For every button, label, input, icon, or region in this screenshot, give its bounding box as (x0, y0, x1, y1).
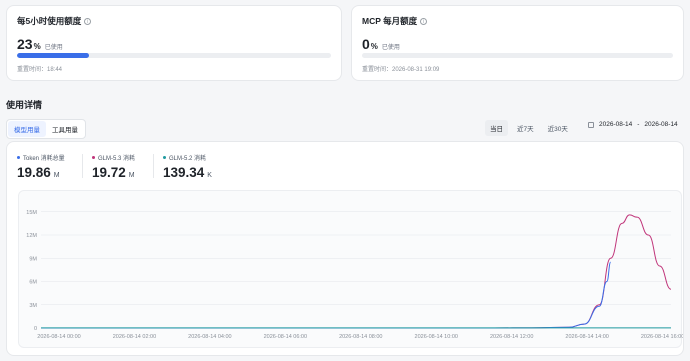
tab-tool-usage[interactable]: 工具用量 (46, 121, 84, 137)
quota-5h-progress-fill (17, 53, 90, 58)
quota-5h-reset-time: 重置时间：18:44 (17, 67, 63, 73)
y-tick-label: 6M (29, 280, 37, 286)
calendar-icon (588, 121, 594, 128)
x-tick-label: 2026-08-14 08:00 (339, 334, 382, 340)
x-tick-label: 2026-08-14 06:00 (264, 334, 307, 340)
quota-mcp-percent: 0 % 已使用 (362, 36, 400, 52)
date-range-picker[interactable]: 2026-08-14 - 2026-08-14 (588, 121, 678, 128)
usage-line-chart: 0 3M 6M 9M 12M 15M 2026-08-14 00:00 2026-08-14 … (26, 210, 684, 340)
quota-5h-title: 每5小时使用额度 i (17, 15, 92, 27)
date-start: 2026-08-14 (599, 121, 633, 128)
usage-chart-area: 0 3M 6M 9M 12M 15M 2026-08-14 00:00 2026-08-14 … (18, 190, 684, 348)
range-30d-button[interactable]: 近30天 (543, 120, 573, 136)
y-tick-label: 9M (29, 256, 37, 262)
range-selector: 当日 近7天 近30天 (485, 120, 573, 136)
divider (153, 154, 154, 178)
quota-5h-card: 每5小时使用额度 i 23 % 已使用 重置时间：18:44 (6, 5, 342, 81)
series-line (40, 214, 672, 329)
y-tick-label: 12M (26, 233, 37, 239)
quota-mcp-card: MCP 每月额度 i 0 % 已使用 重置时间：2026-08-31 19:09 (351, 5, 684, 81)
usage-details-title: 使用详情 (6, 100, 43, 110)
quota-mcp-title: MCP 每月额度 i (362, 15, 428, 27)
y-tick-label: 0 (34, 326, 37, 332)
x-tick-label: 2026-08-14 02:00 (113, 334, 156, 340)
date-end: 2026-08-14 (644, 121, 678, 128)
series-line (40, 261, 612, 329)
quota-5h-percent: 23 % 已使用 (17, 36, 63, 52)
x-tick-label: 2026-08-14 10:00 (415, 334, 458, 340)
range-7d-button[interactable]: 近7天 (512, 120, 539, 136)
x-tick-label: 2026-08-14 04:00 (188, 334, 231, 340)
range-today-button[interactable]: 当日 (485, 120, 508, 136)
metric-glm-5-2: GLM-5.2 消耗 139.34 K (163, 156, 212, 180)
usage-tabs: 模型用量 工具用量 (6, 119, 86, 139)
x-tick-label: 2026-08-14 00:00 (37, 334, 80, 340)
metric-glm-5-3: GLM-5.3 消耗 19.72 M (92, 156, 136, 180)
y-tick-label: 15M (26, 210, 37, 216)
legend-dot (163, 156, 166, 159)
info-icon[interactable]: i (84, 17, 92, 25)
y-tick-label: 3M (29, 303, 37, 309)
x-tick-label: 2026-08-14 16:00 (641, 334, 683, 340)
quota-5h-progress-bar (17, 53, 331, 58)
tab-model-usage[interactable]: 模型用量 (8, 121, 46, 137)
date-separator: - (637, 121, 640, 128)
x-tick-label: 2026-08-14 12:00 (490, 334, 533, 340)
legend-dot (92, 156, 95, 159)
x-tick-label: 2026-08-14 14:00 (565, 334, 608, 340)
quota-mcp-reset-time: 重置时间：2026-08-31 19:09 (362, 67, 440, 73)
quota-mcp-progress-bar (362, 53, 673, 58)
divider (82, 154, 83, 178)
legend-dot (17, 156, 20, 159)
metric-total-tokens: Token 消耗总量 19.86 M (17, 156, 65, 180)
info-icon[interactable]: i (420, 17, 428, 25)
